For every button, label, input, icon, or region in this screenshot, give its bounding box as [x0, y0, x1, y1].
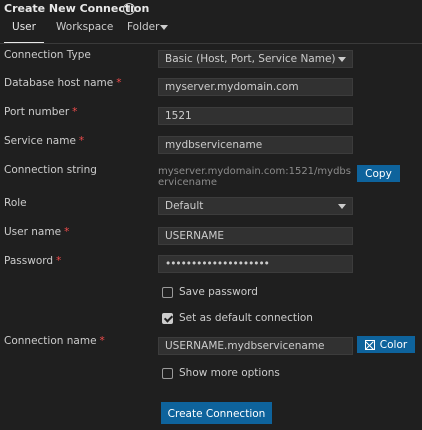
username-label: User name * — [4, 226, 69, 238]
port-label-text: Port number — [4, 106, 70, 118]
required-marker: * — [64, 226, 70, 238]
service-label-text: Service name — [4, 135, 76, 147]
role-label-text: Role — [4, 197, 27, 209]
required-marker: * — [99, 335, 105, 347]
show-more-options-label: Show more options — [179, 367, 280, 379]
tab-folder[interactable]: Folder — [127, 18, 159, 42]
role-value: Default — [165, 200, 204, 212]
color-swatch-icon — [364, 340, 375, 350]
required-marker: * — [78, 135, 85, 147]
port-label: Port number * — [4, 106, 77, 118]
required-marker: * — [72, 106, 78, 118]
save-password-label: Save password — [179, 286, 258, 298]
connection-name-label-text: Connection name — [4, 335, 97, 347]
copy-button[interactable]: Copy — [357, 165, 400, 182]
service-input[interactable] — [158, 136, 353, 154]
chevron-down-icon — [338, 57, 346, 62]
show-more-options-checkbox[interactable] — [162, 368, 173, 379]
required-marker: * — [116, 77, 122, 89]
username-input[interactable] — [158, 227, 353, 245]
host-input[interactable] — [158, 78, 353, 96]
default-connection-label: Set as default connection — [179, 312, 313, 324]
connection-string-label-text: Connection string — [4, 164, 97, 176]
role-select[interactable]: Default — [158, 197, 353, 215]
save-password-checkbox[interactable] — [162, 287, 173, 298]
color-button-label: Color — [379, 339, 408, 351]
connection-type-label: Connection Type — [4, 49, 91, 61]
host-label-text: Database host name — [4, 77, 114, 89]
color-button[interactable]: Color — [357, 336, 415, 353]
host-label: Database host name * — [4, 77, 121, 89]
tab-workspace[interactable]: Workspace — [56, 18, 113, 42]
role-label: Role — [4, 197, 27, 209]
password-label-text: Password — [4, 255, 54, 267]
default-connection-checkbox[interactable] — [162, 313, 173, 324]
connection-type-value: Basic (Host, Port, Service Name) — [165, 53, 336, 65]
info-icon[interactable]: i — [123, 3, 135, 15]
connection-type-label-text: Connection Type — [4, 49, 91, 61]
tab-divider — [0, 43, 422, 44]
password-label: Password * — [4, 255, 61, 267]
connection-name-input[interactable] — [158, 337, 353, 355]
service-label: Service name * — [4, 135, 84, 147]
password-input[interactable]: •••••••••••••••••••• — [158, 255, 353, 273]
chevron-down-icon — [338, 204, 346, 209]
tab-user[interactable]: User — [4, 18, 44, 44]
connection-type-select[interactable]: Basic (Host, Port, Service Name) — [158, 50, 353, 68]
connection-string-label: Connection string — [4, 164, 97, 176]
chevron-down-icon[interactable] — [160, 25, 168, 30]
create-connection-button[interactable]: Create Connection — [161, 402, 272, 424]
tab-bar: User Workspace Folder — [0, 18, 422, 44]
connection-string-value: myserver.mydomain.com:1521/mydbservicena… — [158, 166, 351, 188]
username-label-text: User name — [4, 226, 62, 238]
required-marker: * — [56, 255, 62, 267]
port-input[interactable] — [158, 107, 353, 125]
connection-name-label: Connection name * — [4, 335, 105, 347]
